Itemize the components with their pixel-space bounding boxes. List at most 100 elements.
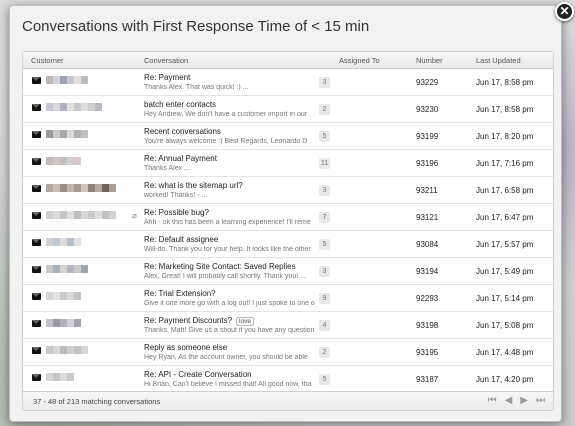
last-updated: Jun 17, 6:58 pm xyxy=(476,186,534,195)
last-updated: Jun 17, 4:20 pm xyxy=(476,375,534,384)
tag-badge[interactable]: love xyxy=(236,317,254,326)
envelope-icon xyxy=(32,347,41,354)
conversation-preview: Alex, Great! I will probably call shortl… xyxy=(144,273,306,280)
conversation-number: 93229 xyxy=(416,78,439,87)
first-page-icon[interactable]: ⏮ xyxy=(488,395,497,407)
last-updated: Jun 17, 4:48 pm xyxy=(476,348,534,357)
conversation-subject[interactable]: Re: Marketing Site Contact: Saved Replie… xyxy=(144,262,296,271)
thread-count-badge: 3 xyxy=(319,77,330,88)
customer-name-redacted[interactable] xyxy=(46,346,88,354)
table-row[interactable]: Re: what is the sitemap url? worked! Than… xyxy=(23,177,553,204)
thread-count-badge: 5 xyxy=(319,131,330,142)
table-body: Re: Payment Thanks Alex. That was quick! … xyxy=(23,69,553,393)
table-row[interactable]: Re: Payment Discounts? love Thanks, Matt! … xyxy=(23,312,553,339)
customer-name-redacted[interactable] xyxy=(46,130,88,138)
customer-name-redacted[interactable] xyxy=(46,238,81,246)
conversation-subject[interactable]: Re: Payment Discounts? love xyxy=(144,316,254,326)
envelope-icon xyxy=(32,77,41,84)
last-updated: Jun 17, 8:58 pm xyxy=(476,105,534,114)
conversation-subject[interactable]: Re: Trial Extension? xyxy=(144,289,216,298)
table-row[interactable]: Recent conversations You're always welcom… xyxy=(23,123,553,150)
conversation-number: 93196 xyxy=(416,159,439,168)
conversation-subject[interactable]: Re: Payment xyxy=(144,73,190,82)
conversation-subject[interactable]: Recent conversations xyxy=(144,127,221,136)
table-row[interactable]: Re: Payment Thanks Alex. That was quick! … xyxy=(23,69,553,96)
conversation-preview: Give it one more go with a log out! I ju… xyxy=(144,300,315,307)
pagination-controls: ⏮ ◀ ▶ ⏭ xyxy=(488,395,545,407)
conversation-number: 93121 xyxy=(416,213,439,222)
pagination-summary: 37 - 48 of 213 matching conversations xyxy=(33,397,161,406)
customer-name-redacted[interactable] xyxy=(46,157,81,165)
conversation-subject[interactable]: Reply as someone else xyxy=(144,343,227,352)
header-customer[interactable]: Customer xyxy=(31,56,64,65)
thread-count-badge: 2 xyxy=(319,104,330,115)
table-row[interactable]: Re: Trial Extension? Give it one more go … xyxy=(23,285,553,312)
conversation-preview: Thanks Alex ... xyxy=(144,165,190,172)
envelope-icon xyxy=(32,212,41,219)
conversation-number: 93199 xyxy=(416,132,439,141)
table-footer: 37 - 48 of 213 matching conversations ⏮ … xyxy=(23,391,553,410)
table-row[interactable]: Re: Marketing Site Contact: Saved Replie… xyxy=(23,258,553,285)
conversation-preview: Hey Ryan, As the account owner, you shou… xyxy=(144,354,308,361)
table-row[interactable]: Re: API - Create Conversation Hi Brian, C… xyxy=(23,366,553,393)
conversation-number: 93187 xyxy=(416,375,439,384)
table-header: Customer Conversation Assigned To Number… xyxy=(23,52,553,69)
conversation-number: 92293 xyxy=(416,294,439,303)
thread-count-badge: 5 xyxy=(319,239,330,250)
last-page-icon[interactable]: ⏭ xyxy=(536,395,545,407)
header-assigned-to[interactable]: Assigned To xyxy=(339,56,380,65)
header-last-updated[interactable]: Last Updated xyxy=(476,56,521,65)
customer-name-redacted[interactable] xyxy=(46,265,88,273)
attachment-icon: ⌀ xyxy=(132,211,137,220)
conversation-subject[interactable]: Re: Annual Payment xyxy=(144,154,217,163)
customer-name-redacted[interactable] xyxy=(46,211,116,219)
table-row[interactable]: Reply as someone else Hey Ryan, As the ac… xyxy=(23,339,553,366)
customer-name-redacted[interactable] xyxy=(46,184,116,192)
envelope-icon xyxy=(32,266,41,273)
conversation-preview: worked! Thanks! - ... xyxy=(144,192,208,199)
envelope-icon xyxy=(32,293,41,300)
conversation-subject[interactable]: Re: what is the sitemap url? xyxy=(144,181,243,190)
conversations-modal: Conversations with First Response Time o… xyxy=(9,5,562,422)
table-row[interactable]: ⌀ Re: Possible bug? Ahh - ok this has been… xyxy=(23,204,553,231)
conversation-number: 93194 xyxy=(416,267,439,276)
conversation-subject[interactable]: batch enter contacts xyxy=(144,100,216,109)
customer-name-redacted[interactable] xyxy=(46,292,81,300)
conversation-preview: Thanks, Matt! Give us a shout if you hav… xyxy=(144,327,315,334)
next-page-icon[interactable]: ▶ xyxy=(520,395,528,407)
header-conversation[interactable]: Conversation xyxy=(144,56,188,65)
last-updated: Jun 17, 5:08 pm xyxy=(476,321,534,330)
customer-name-redacted[interactable] xyxy=(46,319,81,327)
conversation-number: 93198 xyxy=(416,321,439,330)
last-updated: Jun 17, 7:16 pm xyxy=(476,159,534,168)
table-row[interactable]: batch enter contacts Hey Andrew, We don't… xyxy=(23,96,553,123)
conversation-preview: Ahh - ok this has been a learning experi… xyxy=(144,219,311,226)
conversation-preview: You're always welcome :) Best Regards, L… xyxy=(144,138,308,145)
conversation-subject[interactable]: Re: Default assignee xyxy=(144,235,218,244)
conversation-subject[interactable]: Re: API - Create Conversation xyxy=(144,370,252,379)
conversation-preview: Thanks Alex. That was quick! :) ... xyxy=(144,84,249,91)
thread-count-badge: 3 xyxy=(319,185,330,196)
close-icon[interactable]: ✕ xyxy=(555,2,574,21)
modal-title: Conversations with First Response Time o… xyxy=(22,18,370,35)
customer-name-redacted[interactable] xyxy=(46,76,88,84)
thread-count-badge: 11 xyxy=(319,158,331,169)
envelope-icon xyxy=(32,239,41,246)
customer-name-redacted[interactable] xyxy=(46,373,74,381)
prev-page-icon[interactable]: ◀ xyxy=(505,395,513,407)
conversation-preview: Will-do. Thank you for your help. It loo… xyxy=(144,246,311,253)
header-number[interactable]: Number xyxy=(416,56,443,65)
conversation-number: 93195 xyxy=(416,348,439,357)
customer-name-redacted[interactable] xyxy=(46,103,102,111)
table-row[interactable]: Re: Annual Payment Thanks Alex ... 11 93196… xyxy=(23,150,553,177)
last-updated: Jun 17, 5:49 pm xyxy=(476,267,534,276)
thread-count-badge: 7 xyxy=(319,212,330,223)
conversation-subject[interactable]: Re: Possible bug? xyxy=(144,208,209,217)
last-updated: Jun 17, 8:58 pm xyxy=(476,78,534,87)
thread-count-badge: 2 xyxy=(319,347,330,358)
thread-count-badge: 4 xyxy=(319,320,330,331)
table-row[interactable]: Re: Default assignee Will-do. Thank you f… xyxy=(23,231,553,258)
conversation-preview: Hey Andrew, We don't have a customer imp… xyxy=(144,111,308,118)
last-updated: Jun 17, 5:14 pm xyxy=(476,294,534,303)
thread-count-badge: 3 xyxy=(319,266,330,277)
